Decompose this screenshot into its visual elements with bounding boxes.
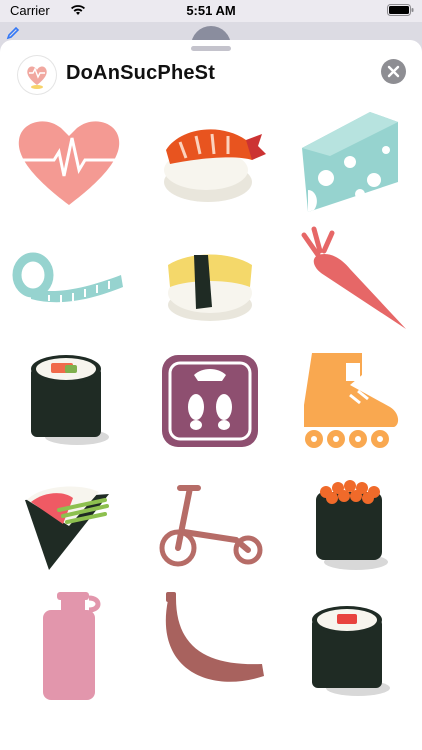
bathroom-scale-sticker[interactable]: [150, 345, 270, 455]
tuna-maki-roll-sticker[interactable]: [290, 590, 410, 700]
close-button[interactable]: [381, 59, 406, 84]
carrot-sticker[interactable]: [290, 225, 410, 335]
tamago-sushi-sticker[interactable]: [150, 225, 270, 335]
cheese-sticker[interactable]: [290, 110, 410, 220]
app-icon[interactable]: [18, 56, 56, 94]
sheet-header: DoAnSucPheSt: [0, 52, 422, 94]
measuring-tape-sticker[interactable]: [9, 225, 129, 335]
salmon-maki-roll-sticker[interactable]: [9, 345, 129, 455]
sheet-grabber[interactable]: [191, 46, 231, 51]
water-bottle-sticker[interactable]: [9, 590, 129, 700]
app-title: DoAnSucPheSt: [66, 62, 216, 84]
battery-icon: [387, 4, 414, 19]
status-bar: Carrier 5:51 AM: [0, 0, 422, 22]
banana-sticker[interactable]: [150, 590, 270, 700]
temaki-hand-roll-sticker[interactable]: [9, 470, 129, 580]
shrimp-sushi-sticker[interactable]: [150, 110, 270, 220]
inline-skate-sticker[interactable]: [290, 345, 410, 455]
kick-scooter-sticker[interactable]: [150, 470, 270, 580]
heart-pulse-sticker[interactable]: [9, 110, 129, 220]
status-time: 5:51 AM: [186, 3, 236, 18]
ikura-gunkan-sticker[interactable]: [290, 470, 410, 580]
